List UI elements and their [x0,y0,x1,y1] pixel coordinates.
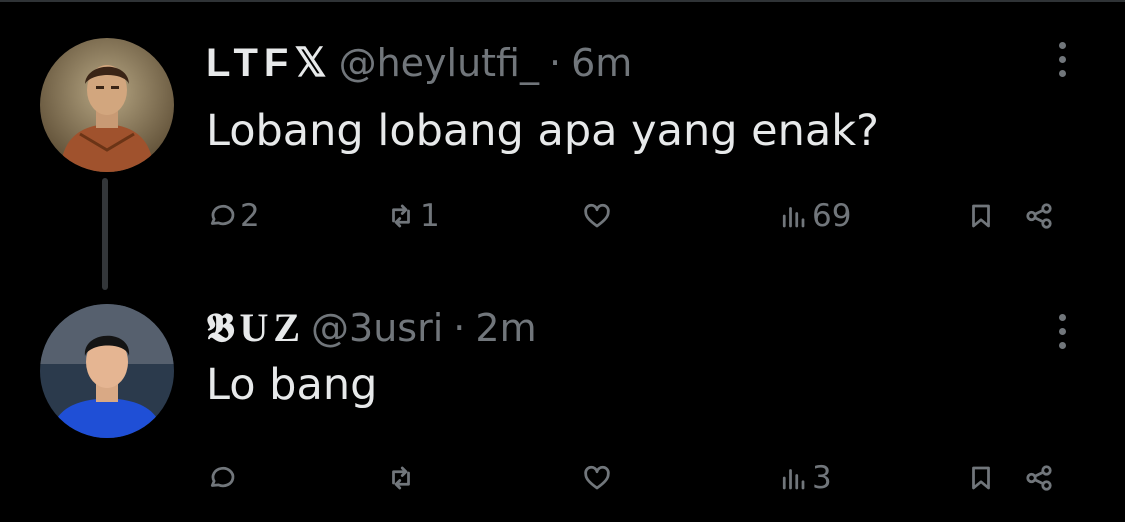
like-button[interactable] [582,458,616,498]
tweet-header: LTF𝕏 @heylutfi_ · 6m [206,40,632,88]
display-name[interactable]: 𝕭UZ [206,304,305,351]
tweet-actions: 2 1 69 [206,196,1076,236]
reply-button[interactable] [206,458,240,498]
timestamp[interactable]: 6m [571,41,632,85]
retweet-button[interactable]: 1 [386,196,440,236]
avatar[interactable] [40,304,174,438]
display-name[interactable]: LTF𝕏 [206,40,333,86]
more-options-icon[interactable] [1055,42,1069,92]
tweet-header: 𝕭UZ @3usri · 2m [206,304,537,352]
retweet-button[interactable] [386,458,420,498]
user-handle[interactable]: @heylutfi_ [339,41,539,85]
retweet-icon [392,204,410,228]
reply-icon [210,466,235,488]
more-options-icon[interactable] [1055,314,1069,364]
reply-count: 2 [240,198,260,234]
user-handle[interactable]: @3usri [311,306,443,350]
bookmark-icon [972,204,990,228]
timestamp[interactable]: 2m [475,306,536,350]
views-button[interactable]: 69 [778,196,851,236]
tweet-item[interactable]: LTF𝕏 @heylutfi_ · 6m Lobang lobang apa y… [0,0,1125,290]
reply-button[interactable]: 2 [206,196,260,236]
bookmark-button[interactable] [966,196,996,236]
share-button[interactable] [1024,458,1054,498]
views-icon [782,207,805,228]
tweet-actions: 3 [206,458,1076,498]
tweet-text: Lo bang [206,360,378,410]
views-icon [782,469,805,490]
view-count: 3 [812,460,832,496]
share-icon [1026,465,1052,491]
avatar[interactable] [40,38,174,172]
heart-icon [584,465,610,490]
tweet-item[interactable]: 𝕭UZ @3usri · 2m Lo bang 3 [0,290,1125,522]
retweet-icon [392,466,410,490]
bookmark-icon [972,466,990,490]
view-count: 69 [812,198,852,234]
retweet-count: 1 [420,198,440,234]
thread-connector-line [102,178,108,290]
heart-icon [584,203,610,228]
like-button[interactable] [582,196,616,236]
bookmark-button[interactable] [966,458,996,498]
avatar-portrait-image [40,38,174,172]
separator-dot: · [549,41,562,85]
avatar-selfie-image [40,304,174,438]
views-button[interactable]: 3 [778,458,832,498]
tweet-text: Lobang lobang apa yang enak? [206,106,879,156]
share-button[interactable] [1024,196,1054,236]
separator-dot: · [453,306,466,350]
reply-icon [210,204,235,226]
share-icon [1026,203,1052,229]
